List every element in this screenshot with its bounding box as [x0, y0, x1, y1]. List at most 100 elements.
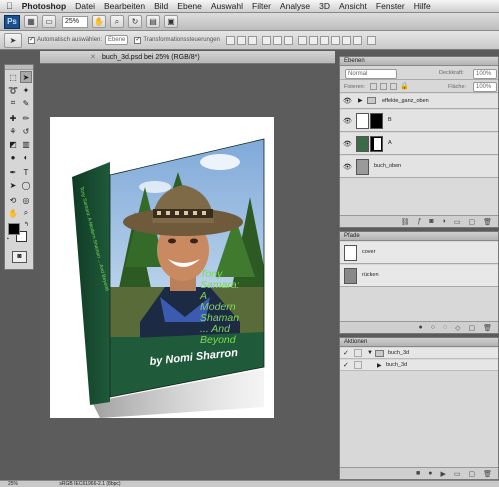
- dodge-tool-icon[interactable]: ◐: [20, 151, 32, 163]
- visibility-eye-icon[interactable]: 👁: [343, 163, 352, 171]
- auto-align-icon[interactable]: [366, 35, 376, 45]
- action-set-row[interactable]: ✓ ▼ buch_3d: [340, 348, 498, 359]
- move-tool-icon[interactable]: ➤: [20, 71, 32, 83]
- make-path-icon[interactable]: ◇: [455, 324, 460, 332]
- expand-triangle-icon[interactable]: ▶: [377, 362, 382, 369]
- visibility-eye-icon[interactable]: 👁: [343, 117, 352, 125]
- align-right-icon[interactable]: [283, 35, 293, 45]
- path-selection-icon[interactable]: ➤: [7, 179, 19, 191]
- blur-tool-icon[interactable]: ●: [7, 151, 19, 163]
- menu-bild[interactable]: Bild: [154, 1, 168, 11]
- paths-panel-tab[interactable]: Pfade: [340, 232, 498, 241]
- distribute-hcenter-icon[interactable]: [341, 35, 351, 45]
- path-row[interactable]: rücken: [340, 265, 498, 287]
- menu-3d[interactable]: 3D: [319, 1, 330, 11]
- lock-position-icon[interactable]: [390, 83, 397, 90]
- align-top-icon[interactable]: [225, 35, 235, 45]
- fill-field[interactable]: 100%: [473, 82, 497, 92]
- layer-row[interactable]: 👁 A: [340, 133, 498, 155]
- 3d-orbit-icon[interactable]: ◎: [20, 194, 32, 206]
- lock-transparency-icon[interactable]: [370, 83, 377, 90]
- menu-bearbeiten[interactable]: Bearbeiten: [104, 1, 145, 11]
- stroke-path-icon[interactable]: ○: [431, 324, 435, 331]
- distribute-top-icon[interactable]: [297, 35, 307, 45]
- lock-all-icon[interactable]: 🔒: [400, 82, 409, 90]
- align-left-icon[interactable]: [261, 35, 271, 45]
- distribute-bottom-icon[interactable]: [319, 35, 329, 45]
- layer-row[interactable]: 👁 buch_oben: [340, 156, 498, 178]
- zoom-tool-icon[interactable]: ⌕: [110, 15, 124, 28]
- healing-brush-icon[interactable]: ✚: [7, 112, 19, 124]
- arrange-documents-icon[interactable]: ▤: [146, 15, 160, 28]
- new-group-icon[interactable]: ▭: [454, 218, 461, 226]
- menu-ansicht[interactable]: Ansicht: [339, 1, 367, 11]
- action-dialog-toggle[interactable]: [354, 361, 362, 369]
- visibility-eye-icon[interactable]: 👁: [343, 97, 352, 105]
- menu-auswahl[interactable]: Auswahl: [211, 1, 243, 11]
- path-row[interactable]: cover: [340, 242, 498, 264]
- swap-colors-icon[interactable]: ↰: [24, 221, 29, 228]
- eyedropper-icon[interactable]: ✎: [20, 97, 32, 109]
- screen-mode-menu-icon[interactable]: ▣: [164, 15, 178, 28]
- new-action-icon[interactable]: ▢: [468, 470, 475, 478]
- menu-fenster[interactable]: Fenster: [376, 1, 405, 11]
- hand-tool-icon[interactable]: ✋: [7, 207, 19, 219]
- hand-tool-icon[interactable]: ✋: [92, 15, 106, 28]
- action-check-icon[interactable]: ✓: [343, 361, 349, 369]
- document-tab[interactable]: ✕ buch_3d.psd bei 25% (RGB/8*): [40, 51, 335, 64]
- menu-datei[interactable]: Datei: [75, 1, 95, 11]
- action-check-icon[interactable]: ✓: [343, 349, 349, 357]
- layers-panel-tab[interactable]: Ebenen: [340, 57, 498, 66]
- 3d-rotate-icon[interactable]: ⟲: [7, 194, 19, 206]
- menu-ebene[interactable]: Ebene: [177, 1, 202, 11]
- magic-wand-icon[interactable]: ✦: [20, 84, 32, 96]
- status-zoom[interactable]: 25%: [8, 481, 18, 487]
- distribute-vcenter-icon[interactable]: [308, 35, 318, 45]
- pen-tool-icon[interactable]: ✒: [7, 166, 19, 178]
- distribute-right-icon[interactable]: [352, 35, 362, 45]
- visibility-eye-icon[interactable]: 👁: [343, 140, 352, 148]
- close-document-icon[interactable]: ✕: [90, 51, 96, 64]
- apple-menu-icon[interactable]: : [6, 1, 13, 11]
- play-icon[interactable]: ▶: [440, 470, 445, 478]
- shape-tool-icon[interactable]: ◯: [20, 179, 32, 191]
- blend-mode-select[interactable]: Normal: [345, 69, 397, 79]
- quick-mask-icon[interactable]: ◙: [12, 251, 27, 263]
- clone-stamp-icon[interactable]: ⚘: [7, 125, 19, 137]
- layer-row[interactable]: 👁 B: [340, 110, 498, 132]
- history-brush-icon[interactable]: ↺: [20, 125, 32, 137]
- actions-panel-tab[interactable]: Aktionen: [340, 338, 498, 347]
- zoom-level-field[interactable]: 25%: [62, 15, 88, 28]
- menu-analyse[interactable]: Analyse: [280, 1, 310, 11]
- foreground-color-swatch[interactable]: [8, 223, 20, 235]
- screen-mode-icon[interactable]: ▭: [42, 15, 56, 28]
- menu-filter[interactable]: Filter: [252, 1, 271, 11]
- layer-style-icon[interactable]: ƒ: [417, 218, 421, 225]
- align-hcenter-icon[interactable]: [272, 35, 282, 45]
- lasso-tool-icon[interactable]: ➰: [7, 84, 19, 96]
- align-vcenter-icon[interactable]: [236, 35, 246, 45]
- default-colors-icon[interactable]: ▪: [7, 236, 9, 242]
- brush-tool-icon[interactable]: ✏: [20, 112, 32, 124]
- new-layer-icon[interactable]: ▢: [468, 218, 475, 226]
- record-icon[interactable]: ●: [428, 470, 432, 477]
- delete-layer-icon[interactable]: 🗑: [483, 218, 492, 226]
- autoselect-checkbox[interactable]: ✓: [28, 36, 35, 44]
- expand-triangle-icon[interactable]: ▼: [367, 350, 373, 356]
- menu-hilfe[interactable]: Hilfe: [414, 1, 431, 11]
- fill-path-icon[interactable]: ●: [418, 324, 422, 331]
- layer-row[interactable]: 👁 ▶ effekte_ganz_oben: [340, 94, 498, 109]
- menu-photoshop[interactable]: Photoshop: [22, 1, 66, 11]
- tools-panel-grip[interactable]: [5, 65, 33, 70]
- marquee-tool-icon[interactable]: ⬚: [7, 71, 19, 83]
- type-tool-icon[interactable]: T: [20, 166, 32, 178]
- expand-triangle-icon[interactable]: ▶: [358, 97, 363, 104]
- delete-path-icon[interactable]: 🗑: [483, 324, 492, 332]
- gradient-tool-icon[interactable]: ▥: [20, 138, 32, 150]
- action-dialog-toggle[interactable]: [354, 349, 362, 357]
- new-set-icon[interactable]: ▭: [454, 470, 461, 478]
- crop-tool-icon[interactable]: ⌗: [7, 97, 19, 109]
- new-path-icon[interactable]: ▢: [468, 324, 475, 332]
- eraser-icon[interactable]: ◩: [7, 138, 19, 150]
- adjustment-layer-icon[interactable]: ◑: [442, 218, 446, 225]
